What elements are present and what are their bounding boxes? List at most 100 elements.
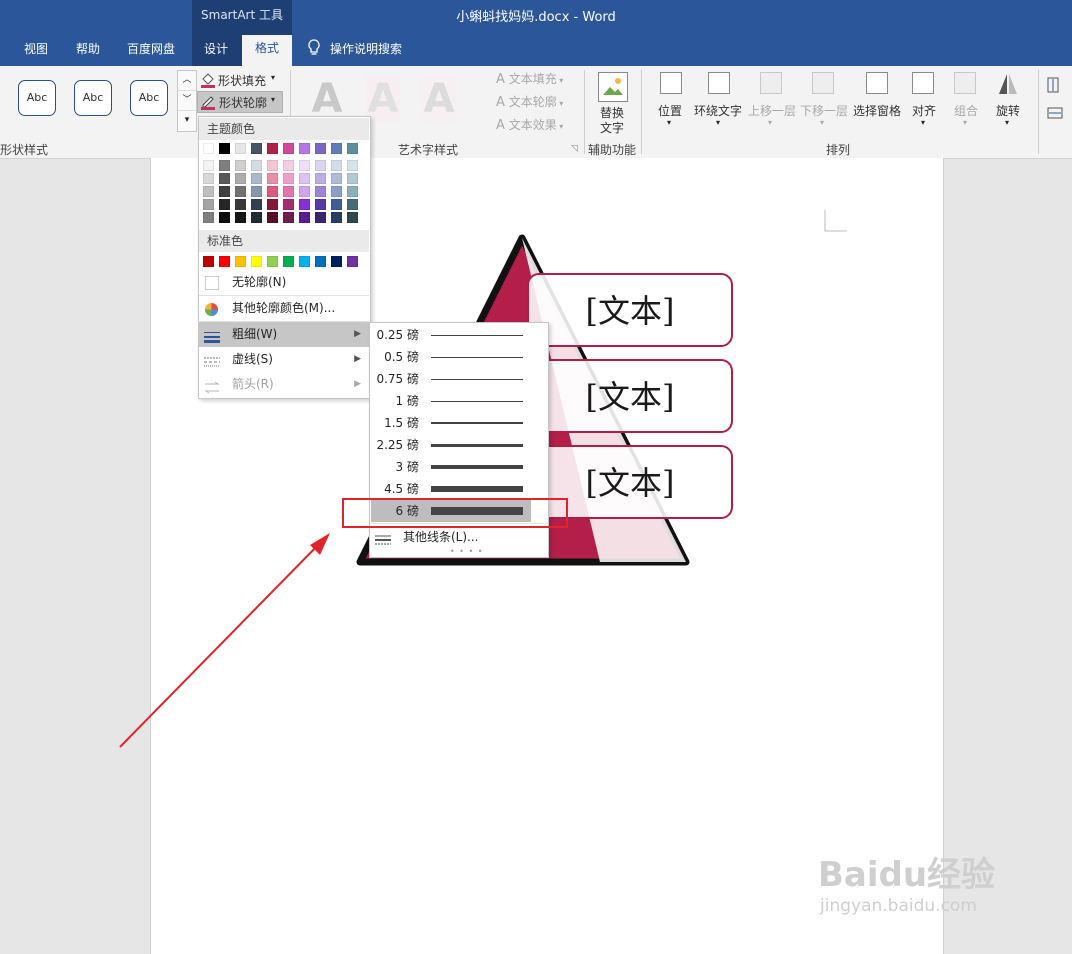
- theme-shade-swatch[interactable]: [315, 173, 326, 184]
- theme-shade-swatch[interactable]: [283, 186, 294, 197]
- theme-color-swatch[interactable]: [347, 143, 358, 154]
- tab-baidu-netdisk[interactable]: 百度网盘: [118, 38, 184, 64]
- weight-option[interactable]: 4.5 磅: [371, 478, 531, 500]
- theme-shade-swatch[interactable]: [235, 173, 246, 184]
- standard-color-swatch[interactable]: [235, 256, 246, 267]
- theme-shade-swatch[interactable]: [251, 173, 262, 184]
- tab-format[interactable]: 格式: [242, 35, 292, 66]
- theme-shade-swatch[interactable]: [267, 173, 278, 184]
- theme-shade-swatch[interactable]: [347, 186, 358, 197]
- gallery-more-icon[interactable]: ▾: [178, 111, 196, 130]
- weight-option[interactable]: 0.75 磅: [371, 368, 531, 390]
- line-weight-item[interactable]: 粗细(W) ▶: [199, 322, 369, 347]
- theme-shade-swatch[interactable]: [267, 160, 278, 171]
- tab-view[interactable]: 视图: [14, 38, 58, 64]
- standard-color-swatch[interactable]: [315, 256, 326, 267]
- wrap-text-button[interactable]: 环绕文字 ▾: [692, 72, 746, 136]
- theme-shade-swatch[interactable]: [267, 212, 278, 223]
- theme-shade-swatch[interactable]: [347, 160, 358, 171]
- theme-color-swatch[interactable]: [251, 143, 262, 154]
- standard-color-swatch[interactable]: [347, 256, 358, 267]
- dashes-item[interactable]: 虚线(S) ▶: [199, 347, 369, 372]
- theme-shade-swatch[interactable]: [267, 186, 278, 197]
- theme-shade-swatch[interactable]: [219, 199, 230, 210]
- theme-shade-swatch[interactable]: [251, 186, 262, 197]
- text-effects-button[interactable]: A 文本效果 ▾: [496, 116, 563, 133]
- theme-shade-swatch[interactable]: [299, 173, 310, 184]
- dialog-launcher-icon[interactable]: ◹: [571, 144, 578, 154]
- theme-shade-swatch[interactable]: [283, 199, 294, 210]
- standard-color-swatch[interactable]: [219, 256, 230, 267]
- tab-design[interactable]: 设计: [194, 38, 238, 64]
- bring-forward-button[interactable]: 上移一层 ▾: [746, 72, 798, 136]
- tab-help[interactable]: 帮助: [66, 38, 110, 64]
- theme-color-swatch[interactable]: [267, 143, 278, 154]
- selection-pane-button[interactable]: 选择窗格: [852, 72, 904, 136]
- shape-fill-button[interactable]: 形状填充 ▾: [199, 70, 279, 90]
- theme-shade-swatch[interactable]: [219, 212, 230, 223]
- theme-shade-swatch[interactable]: [235, 199, 246, 210]
- standard-color-swatch[interactable]: [283, 256, 294, 267]
- theme-color-swatch[interactable]: [299, 143, 310, 154]
- no-outline-item[interactable]: 无轮廓(N): [199, 270, 369, 295]
- theme-shade-swatch[interactable]: [203, 186, 214, 197]
- standard-color-swatch[interactable]: [267, 256, 278, 267]
- theme-shade-swatch[interactable]: [203, 173, 214, 184]
- group-button[interactable]: 组合 ▾: [950, 72, 984, 136]
- theme-shade-swatch[interactable]: [315, 212, 326, 223]
- theme-color-swatch[interactable]: [331, 143, 342, 154]
- weight-option[interactable]: 0.5 磅: [371, 346, 531, 368]
- rotate-button[interactable]: 旋转 ▾: [992, 72, 1026, 136]
- theme-shade-swatch[interactable]: [283, 173, 294, 184]
- theme-shade-swatch[interactable]: [347, 199, 358, 210]
- theme-shade-swatch[interactable]: [283, 160, 294, 171]
- theme-shade-swatch[interactable]: [203, 212, 214, 223]
- shape-style-2[interactable]: Abc: [74, 80, 112, 116]
- theme-shade-swatch[interactable]: [219, 160, 230, 171]
- weight-option[interactable]: 3 磅: [371, 456, 531, 478]
- theme-shade-swatch[interactable]: [347, 212, 358, 223]
- gallery-down-icon[interactable]: ﹀: [178, 91, 196, 111]
- shape-style-1[interactable]: Abc: [18, 80, 56, 116]
- send-backward-button[interactable]: 下移一层 ▾: [798, 72, 850, 136]
- theme-shade-swatch[interactable]: [219, 173, 230, 184]
- theme-shade-swatch[interactable]: [235, 212, 246, 223]
- tell-me-search[interactable]: 操作说明搜索: [330, 38, 420, 64]
- smartart-text-1[interactable]: [文本]: [527, 273, 733, 347]
- theme-shade-swatch[interactable]: [219, 186, 230, 197]
- text-outline-button[interactable]: A 文本轮廓 ▾: [496, 93, 563, 110]
- theme-color-swatch[interactable]: [283, 143, 294, 154]
- shape-style-3[interactable]: Abc: [130, 80, 168, 116]
- standard-color-swatch[interactable]: [203, 256, 214, 267]
- theme-shade-swatch[interactable]: [331, 173, 342, 184]
- lightbulb-icon[interactable]: [306, 38, 322, 58]
- weight-option[interactable]: 1.5 磅: [371, 412, 531, 434]
- align-button[interactable]: 对齐 ▾: [908, 72, 942, 136]
- theme-shade-swatch[interactable]: [331, 160, 342, 171]
- theme-color-swatch[interactable]: [315, 143, 326, 154]
- more-outline-colors-item[interactable]: 其他轮廓颜色(M)...: [199, 296, 369, 321]
- theme-color-swatch[interactable]: [235, 143, 246, 154]
- arrows-item[interactable]: 箭头(R) ▶: [199, 372, 369, 397]
- gallery-up-icon[interactable]: ︿: [178, 71, 196, 91]
- weight-option[interactable]: 0.25 磅: [371, 324, 531, 346]
- weight-option[interactable]: 1 磅: [371, 390, 531, 412]
- standard-color-swatch[interactable]: [251, 256, 262, 267]
- more-lines-item[interactable]: 其他线条(L)...: [370, 525, 548, 549]
- standard-color-swatch[interactable]: [299, 256, 310, 267]
- smartart-text-2[interactable]: [文本]: [527, 359, 733, 433]
- theme-shade-swatch[interactable]: [251, 160, 262, 171]
- theme-shade-swatch[interactable]: [251, 199, 262, 210]
- theme-shade-swatch[interactable]: [331, 212, 342, 223]
- theme-shade-swatch[interactable]: [299, 160, 310, 171]
- theme-shade-swatch[interactable]: [299, 186, 310, 197]
- standard-color-swatch[interactable]: [331, 256, 342, 267]
- resize-grip-icon[interactable]: • • • •: [450, 547, 484, 556]
- theme-shade-swatch[interactable]: [203, 199, 214, 210]
- theme-shade-swatch[interactable]: [347, 173, 358, 184]
- theme-shade-swatch[interactable]: [235, 160, 246, 171]
- theme-shade-swatch[interactable]: [283, 212, 294, 223]
- position-button[interactable]: 位置 ▾: [652, 72, 690, 136]
- theme-shade-swatch[interactable]: [315, 186, 326, 197]
- theme-color-swatch[interactable]: [203, 143, 214, 154]
